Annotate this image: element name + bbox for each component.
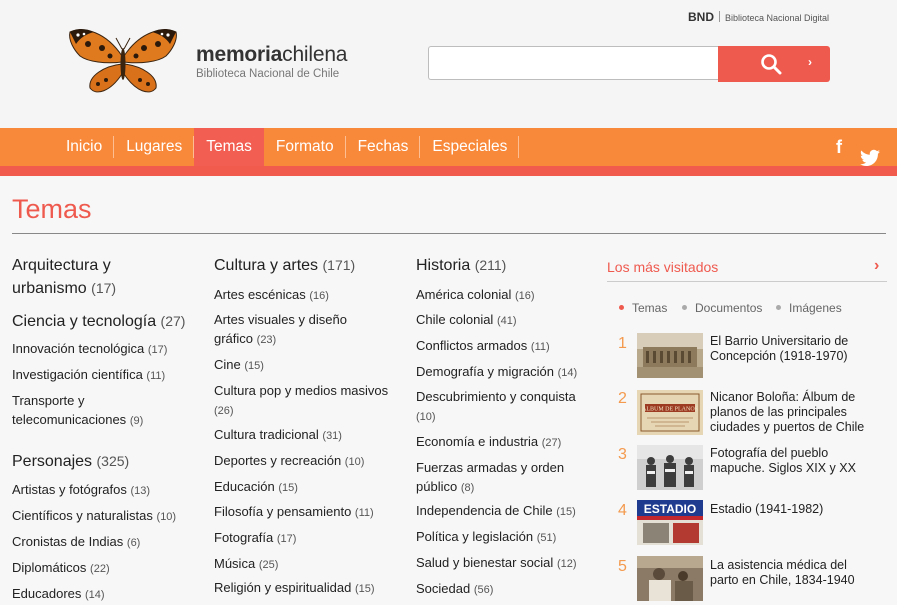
subtopic-link[interactable]: Demografía y migración (14) <box>416 362 577 383</box>
nav-accent-strip <box>0 166 897 176</box>
topic-personajes[interactable]: Personajes (325) <box>12 450 129 473</box>
most-visited-link[interactable]: La asistencia médica del parto en Chile,… <box>710 558 870 588</box>
dot-icon <box>682 305 687 310</box>
search-bar: › <box>428 46 830 82</box>
subtopic-link[interactable]: Diplomáticos (22) <box>12 558 110 579</box>
most-visited-title[interactable]: Los más visitados <box>607 259 718 275</box>
nav-item-especiales[interactable]: Especiales <box>420 128 520 166</box>
subtopic-link[interactable]: Educadores (14) <box>12 584 105 605</box>
site-header: BND Biblioteca Nacional Digital memoriach… <box>0 0 897 128</box>
subtopic-link[interactable]: Economía e industria (27) <box>416 432 561 453</box>
subtopic-link[interactable]: Investigación científica (11) <box>12 365 165 386</box>
thumbnail-image[interactable]: ESTADIO <box>637 500 703 545</box>
most-visited-link[interactable]: Fotografía del pueblo mapuche. Siglos XI… <box>710 446 870 476</box>
butterfly-logo-icon[interactable] <box>66 26 180 98</box>
most-visited-divider <box>607 281 887 282</box>
tab-imagenes[interactable]: Imágenes <box>776 301 842 315</box>
subtopic-link[interactable]: Conflictos armados (11) <box>416 336 550 357</box>
subtopic-link[interactable]: Fuerzas armadas y orden público (8) <box>416 458 576 498</box>
subtopic-link[interactable]: Filosofía y pensamiento (11) <box>214 502 374 523</box>
topic-arquitectura[interactable]: Arquitectura y urbanismo (17) <box>12 254 162 300</box>
bnd-full-name: Biblioteca Nacional Digital <box>725 13 830 23</box>
rank-number: 1 <box>618 335 627 352</box>
subtopic-link[interactable]: Cultura pop y medios masivos (26) <box>214 381 399 421</box>
tab-documentos[interactable]: Documentos <box>682 301 762 315</box>
subtopic-link[interactable]: Fotografía (17) <box>214 528 296 549</box>
search-button[interactable]: › <box>718 46 830 82</box>
most-visited-link[interactable]: Nicanor Boloña: Álbum de planos de las p… <box>710 390 870 435</box>
page-title: Temas <box>12 194 92 224</box>
subtopic-link[interactable]: Innovación tecnológica (17) <box>12 339 167 360</box>
thumbnail-image[interactable] <box>637 556 703 601</box>
bnd-divider <box>719 11 720 22</box>
rank-number: 4 <box>618 502 627 519</box>
topic-historia[interactable]: Historia (211) <box>416 254 506 277</box>
subtopic-link[interactable]: Artistas y fotógrafos (13) <box>12 480 150 501</box>
bnd-link[interactable]: BND Biblioteca Nacional Digital <box>688 10 829 24</box>
chevron-right-icon: › <box>808 55 812 69</box>
thumbnail-caption: ESTADIO <box>644 502 696 516</box>
search-input[interactable] <box>428 46 718 80</box>
chevron-right-icon[interactable]: › <box>874 257 879 275</box>
subtopic-link[interactable]: Chile colonial (41) <box>416 310 517 331</box>
brand[interactable]: memoriachilena Biblioteca Nacional de Ch… <box>196 44 347 81</box>
active-dot-icon <box>619 305 624 310</box>
dot-icon <box>776 305 781 310</box>
brand-name: memoriachilena <box>196 43 348 66</box>
subtopic-link[interactable]: Cultura tradicional (31) <box>214 425 342 446</box>
rank-number: 2 <box>618 390 627 407</box>
subtopic-link[interactable]: Salud y bienestar social (12) <box>416 553 577 574</box>
subtopic-link[interactable]: Cronistas de Indias (6) <box>12 532 140 553</box>
nav-item-fechas[interactable]: Fechas <box>346 128 421 166</box>
search-icon <box>761 54 782 75</box>
subtopic-link[interactable]: Cine (15) <box>214 355 264 376</box>
nav-item-formato[interactable]: Formato <box>264 128 346 166</box>
main-nav: Inicio Lugares Temas Formato Fechas Espe… <box>0 128 897 166</box>
topic-ciencia[interactable]: Ciencia y tecnología (27) <box>12 310 202 333</box>
tab-temas[interactable]: Temas <box>619 301 667 315</box>
subtopic-link[interactable]: Religión y espiritualidad (15) <box>214 578 375 599</box>
nav-item-lugares[interactable]: Lugares <box>114 128 195 166</box>
subtopic-link[interactable]: Científicos y naturalistas (10) <box>12 506 176 527</box>
thumbnail-caption: ALBUM DE PLANOS <box>642 407 698 413</box>
brand-subtitle: Biblioteca Nacional de Chile <box>196 68 340 80</box>
subtopic-link[interactable]: Política y legislación (51) <box>416 527 556 548</box>
subtopic-link[interactable]: Independencia de Chile (15) <box>416 501 576 522</box>
subtopic-link[interactable]: América colonial (16) <box>416 285 535 306</box>
subtopic-link[interactable]: Artes escénicas (16) <box>214 285 329 306</box>
rank-number: 5 <box>618 558 627 575</box>
topic-cultura[interactable]: Cultura y artes (171) <box>214 254 355 277</box>
thumbnail-image[interactable]: ALBUM DE PLANOS <box>637 390 703 435</box>
subtopic-link[interactable]: Música (25) <box>214 554 278 575</box>
nav-item-inicio[interactable]: Inicio <box>54 128 115 166</box>
bnd-code: BND <box>688 10 714 24</box>
nav-item-temas[interactable]: Temas <box>194 128 264 166</box>
subtopic-link[interactable]: Descubrimiento y conquista (10) <box>416 387 588 427</box>
rank-number: 3 <box>618 446 627 463</box>
subtopic-link[interactable]: Artes visuales y diseño gráfico (23) <box>214 310 364 350</box>
most-visited-link[interactable]: El Barrio Universitario de Concepción (1… <box>710 334 870 364</box>
title-divider <box>12 233 886 234</box>
thumbnail-image[interactable] <box>637 445 703 490</box>
subtopic-link[interactable]: Educación (15) <box>214 477 298 498</box>
most-visited-link[interactable]: Estadio (1941-1982) <box>710 502 870 517</box>
thumbnail-image[interactable] <box>637 333 703 378</box>
subtopic-link[interactable]: Transporte y telecomunicaciones (9) <box>12 391 162 431</box>
subtopic-link[interactable]: Deportes y recreación (10) <box>214 451 364 472</box>
